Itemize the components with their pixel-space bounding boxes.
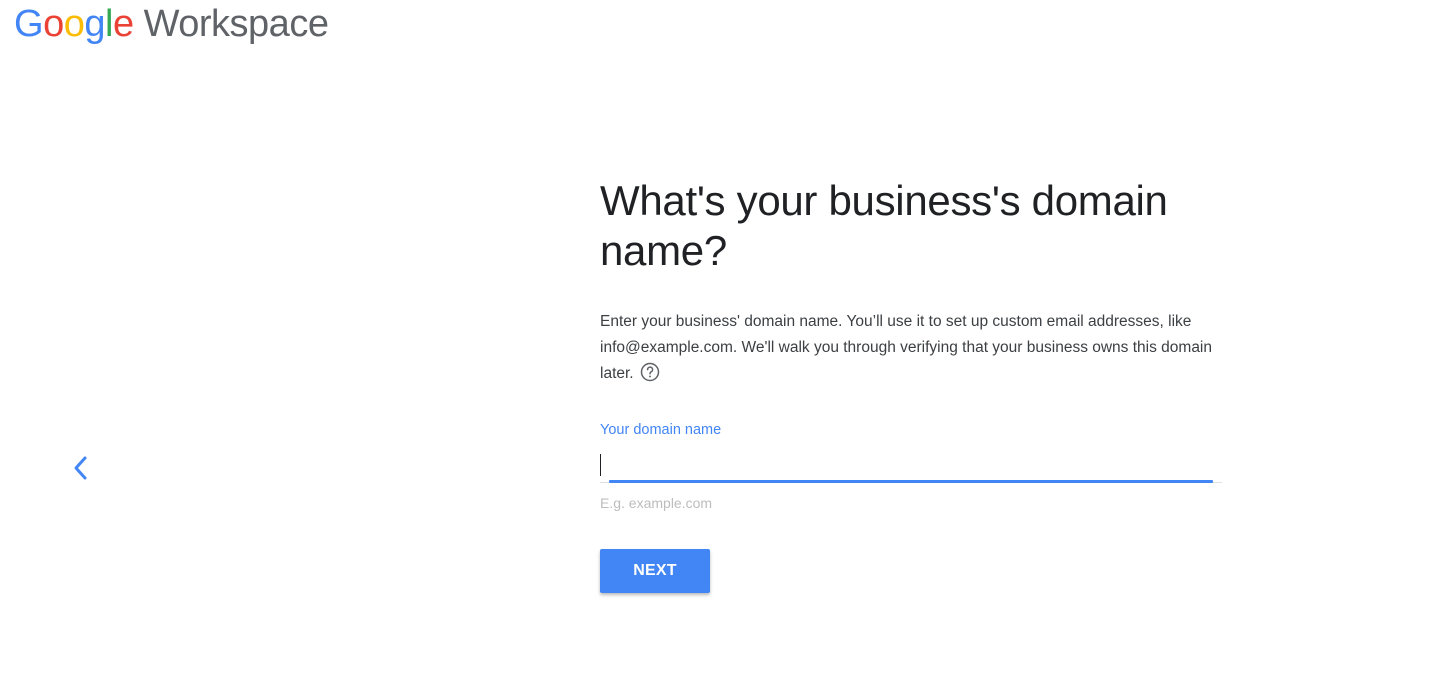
page-title: What's your business's domain name? (600, 177, 1168, 274)
description-text: Enter your business' domain name. You’ll… (600, 313, 1213, 382)
logo-letter: l (104, 3, 113, 45)
logo-letter: o (43, 3, 64, 45)
domain-input[interactable] (600, 451, 1212, 481)
input-focus-underline (609, 480, 1213, 483)
logo-letter: o (63, 3, 85, 45)
logo-product-name: Workspace (143, 3, 329, 45)
domain-field-label: Your domain name (600, 422, 722, 438)
chevron-left-icon (74, 456, 87, 480)
description: Enter your business' domain name. You’ll… (600, 309, 1230, 387)
logo-letter: e (112, 3, 134, 45)
page: Google Workspace What's your business's … (0, 0, 1434, 680)
domain-field (600, 451, 1222, 483)
help-circle-icon[interactable] (640, 362, 660, 382)
domain-form: What's your business's domain name? Ente… (600, 176, 1240, 593)
logo-letter: G (14, 3, 44, 45)
next-button[interactable]: NEXT (600, 549, 710, 593)
domain-field-hint: E.g. example.com (600, 495, 713, 511)
back-button[interactable] (66, 452, 96, 484)
text-caret (600, 454, 601, 476)
logo-letter: g (84, 3, 105, 45)
google-workspace-logo: Google Workspace (14, 2, 329, 46)
